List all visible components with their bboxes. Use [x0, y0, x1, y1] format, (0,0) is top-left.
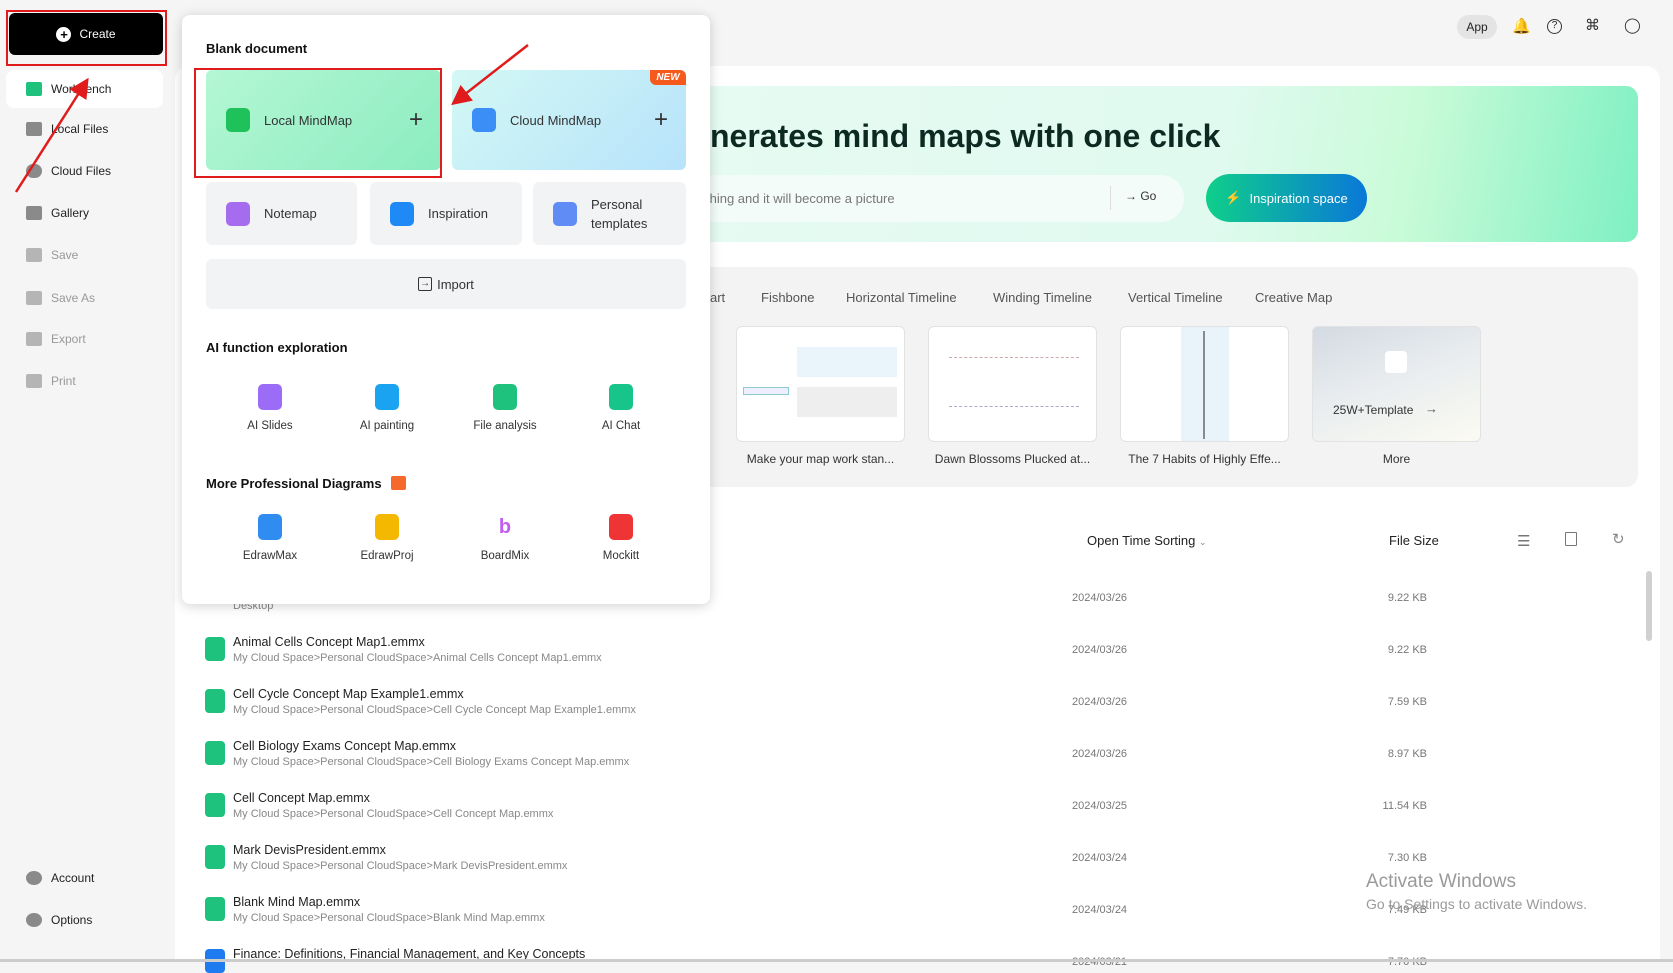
- arrow-to-create: [14, 77, 89, 193]
- arrow-to-local-mindmap: [451, 44, 529, 106]
- annotation-arrows: [14, 44, 529, 193]
